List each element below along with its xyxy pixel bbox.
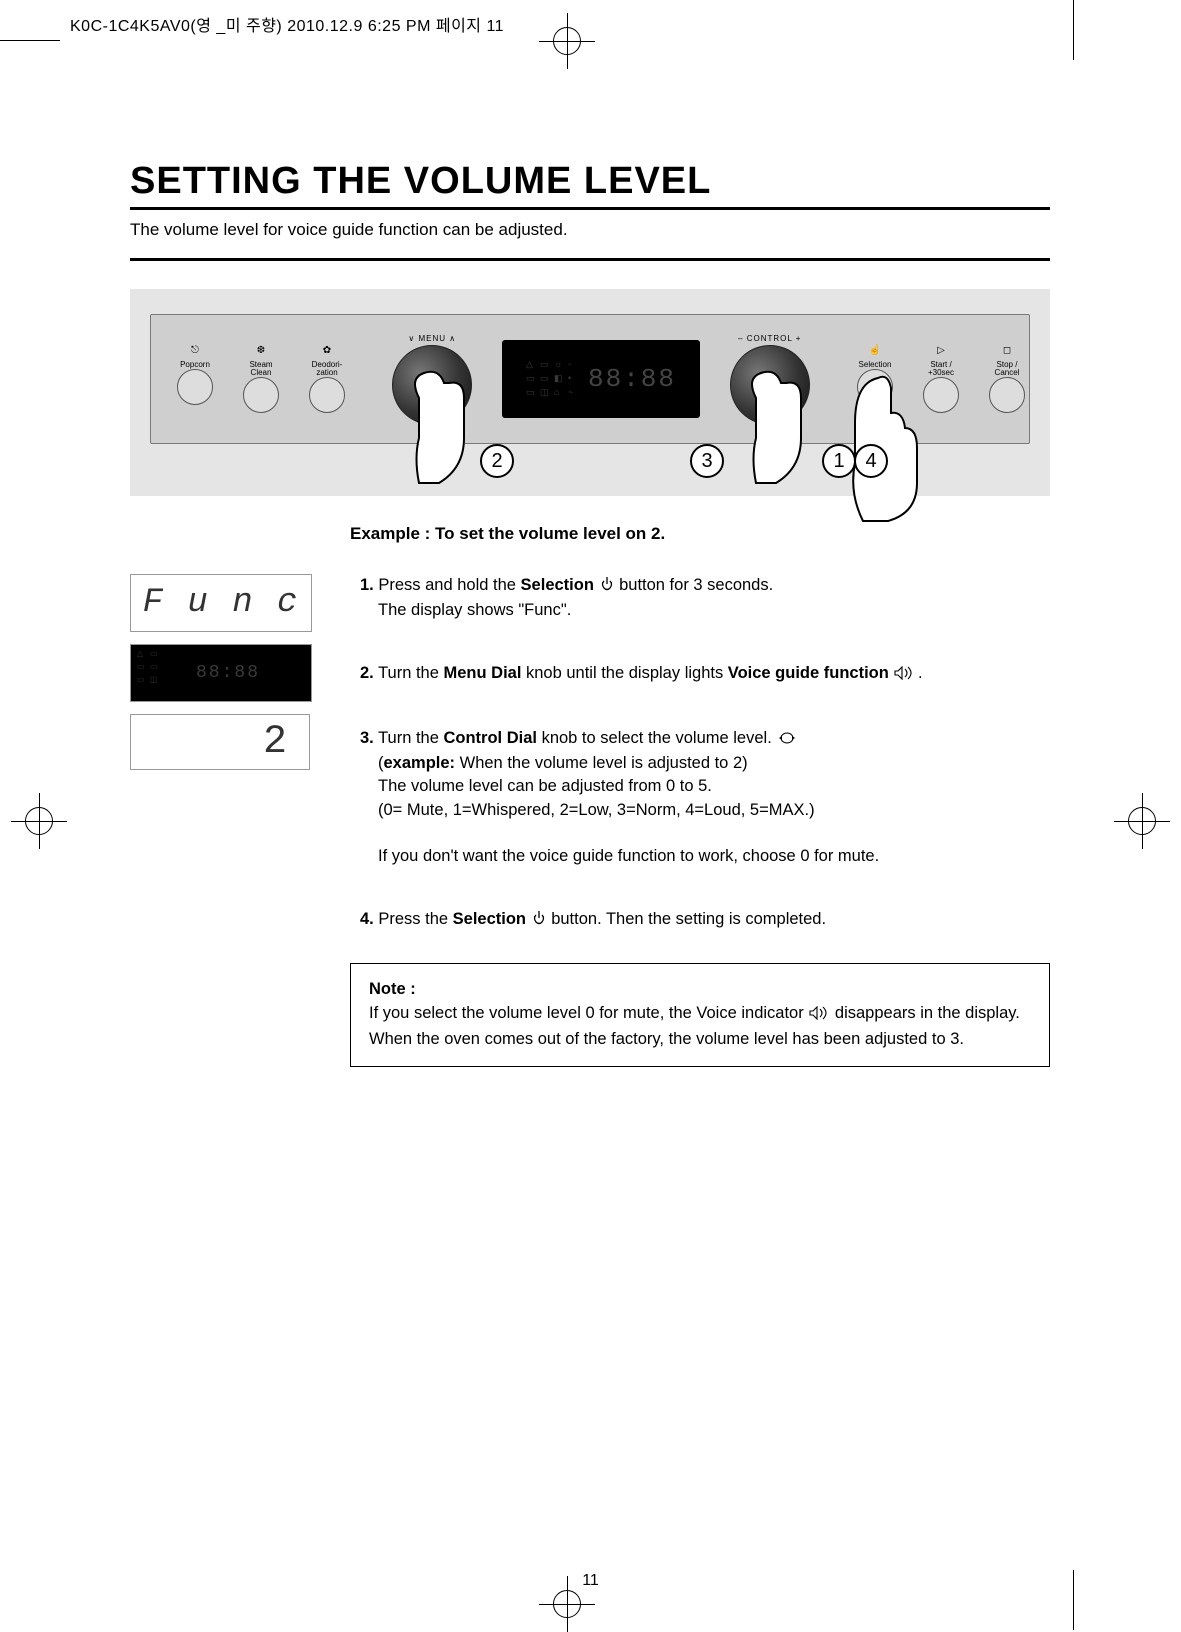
step-2-bold2: Voice guide function bbox=[728, 664, 889, 682]
display-level-2: 2 bbox=[130, 714, 310, 770]
selection-icon bbox=[531, 910, 547, 933]
steam-icon: ❆ bbox=[239, 345, 283, 357]
note-title: Note : bbox=[369, 980, 416, 998]
menu-dial-label: ∨ MENU ∧ bbox=[408, 334, 456, 343]
step-list: 1. Press and hold the Selection button f… bbox=[360, 574, 1050, 943]
crop-mark bbox=[1073, 0, 1074, 60]
registration-mark-icon bbox=[25, 807, 53, 835]
divider bbox=[130, 258, 1050, 261]
start-icon: ▷ bbox=[919, 345, 963, 357]
callout-2: 2 bbox=[480, 444, 514, 478]
display-icons: △▭▭▭▭◫ bbox=[137, 651, 163, 695]
deodorization-button: ✿ Deodori- zation bbox=[305, 345, 349, 413]
step-3-text4: The volume level can be adjusted from 0 … bbox=[378, 775, 712, 798]
voice-icon bbox=[893, 664, 913, 687]
display-voice-guide: △▭▭▭▭◫ 88:88 bbox=[130, 644, 312, 702]
step-3-text6: If you don't want the voice guide functi… bbox=[378, 845, 879, 868]
right-button-group: ☝ Selection ▷ Start / +30sec ◻ Stop / Ca… bbox=[853, 345, 1029, 413]
step-2-text3: . bbox=[913, 664, 922, 682]
step-3-bold: Control Dial bbox=[443, 729, 537, 747]
step-4: 4. Press the Selection button. Then the … bbox=[360, 908, 1050, 933]
page-subtitle: The volume level for voice guide functio… bbox=[130, 220, 1050, 240]
control-panel: ⎋ Popcorn ❆ Steam Clean ✿ Deodori- zatio… bbox=[150, 314, 1030, 444]
display-func-text: F u n c bbox=[143, 584, 300, 622]
popcorn-label: Popcorn bbox=[173, 361, 217, 369]
step-3-text3: When the volume level is adjusted to 2) bbox=[455, 754, 748, 772]
step-1-num: 1. bbox=[360, 576, 374, 594]
dial-icon bbox=[778, 729, 796, 752]
voice-indicator-icon bbox=[808, 1004, 830, 1028]
selection-label: Selection bbox=[853, 361, 897, 369]
control-dial-label: – CONTROL + bbox=[738, 334, 801, 343]
start-label: Start / +30sec bbox=[919, 361, 963, 377]
menu-dial-zone: ∨ MENU ∧ bbox=[369, 334, 496, 425]
step-displays: F u n c △▭▭▭▭◫ 88:88 2 bbox=[130, 574, 330, 943]
step-4-bold: Selection bbox=[453, 910, 526, 928]
step-2-bold: Menu Dial bbox=[443, 664, 521, 682]
registration-mark-icon bbox=[553, 27, 581, 55]
crop-mark bbox=[1073, 1570, 1074, 1630]
stop-label: Stop / Cancel bbox=[985, 361, 1029, 377]
display-segment: 88:88 bbox=[588, 364, 676, 394]
control-panel-figure: ⎋ Popcorn ❆ Steam Clean ✿ Deodori- zatio… bbox=[130, 289, 1050, 496]
step-3-bold2: example: bbox=[384, 754, 456, 772]
step-2-num: 2. bbox=[360, 664, 374, 682]
step-3: 3. Turn the Control Dial knob to select … bbox=[360, 727, 1050, 868]
example-heading: Example : To set the volume level on 2. bbox=[350, 524, 1050, 544]
popcorn-icon: ⎋ bbox=[173, 345, 217, 357]
step-1: 1. Press and hold the Selection button f… bbox=[360, 574, 1050, 622]
step-3-text2: knob to select the volume level. bbox=[537, 729, 772, 747]
display-func: F u n c bbox=[130, 574, 312, 632]
step-2-text: Turn the bbox=[378, 664, 443, 682]
step-2: 2. Turn the Menu Dial knob until the dis… bbox=[360, 662, 1050, 687]
note-line2: When the oven comes out of the factory, … bbox=[369, 1030, 964, 1048]
registration-mark-icon bbox=[1128, 807, 1156, 835]
print-meta: K0C-1C4K5AV0(영 _미 주향) 2010.12.9 6:25 PM … bbox=[70, 12, 504, 36]
selection-button: ☝ Selection bbox=[853, 345, 897, 413]
note-line1a: If you select the volume level 0 for mut… bbox=[369, 1004, 808, 1022]
deodor-icon: ✿ bbox=[305, 345, 349, 357]
step-1-text3: The display shows "Func". bbox=[378, 599, 571, 622]
callout-3: 3 bbox=[690, 444, 724, 478]
display-seg-text: 88:88 bbox=[196, 663, 260, 683]
step-1-text2: button for 3 seconds. bbox=[619, 576, 773, 594]
registration-mark-icon bbox=[553, 1590, 581, 1618]
display-2-text: 2 bbox=[263, 720, 289, 765]
stop-icon: ◻ bbox=[985, 345, 1029, 357]
note-box: Note : If you select the volume level 0 … bbox=[350, 963, 1050, 1067]
step-3-text5: (0= Mute, 1=Whispered, 2=Low, 3=Norm, 4=… bbox=[378, 799, 815, 822]
display-icons: △▭☼◦ ▭▭◧• ▭◫⌂~ bbox=[526, 360, 578, 398]
step-4-text2: button. Then the setting is completed. bbox=[551, 910, 826, 928]
callout-4: 4 bbox=[854, 444, 888, 478]
callout-row: 2 3 1 4 bbox=[150, 444, 1030, 478]
step-4-num: 4. bbox=[360, 910, 374, 928]
lcd-display: △▭☼◦ ▭▭◧• ▭◫⌂~ 88:88 bbox=[502, 340, 701, 418]
steam-clean-button: ❆ Steam Clean bbox=[239, 345, 283, 413]
deodorization-label: Deodori- zation bbox=[305, 361, 349, 377]
selection-icon: ☝ bbox=[853, 345, 897, 357]
control-dial-zone: – CONTROL + bbox=[706, 334, 833, 425]
start-button: ▷ Start / +30sec bbox=[919, 345, 963, 413]
step-2-text2: knob until the display lights bbox=[521, 664, 727, 682]
selection-icon bbox=[599, 576, 615, 599]
step-1-bold: Selection bbox=[521, 576, 594, 594]
crop-mark bbox=[0, 40, 60, 41]
left-button-group: ⎋ Popcorn ❆ Steam Clean ✿ Deodori- zatio… bbox=[173, 345, 349, 413]
note-line1b: disappears in the display. bbox=[835, 1004, 1020, 1022]
steam-clean-label: Steam Clean bbox=[239, 361, 283, 377]
stop-button: ◻ Stop / Cancel bbox=[985, 345, 1029, 413]
step-4-text: Press the bbox=[378, 910, 452, 928]
step-1-text: Press and hold the bbox=[378, 576, 520, 594]
step-3-num: 3. bbox=[360, 729, 374, 747]
page-title: SETTING THE VOLUME LEVEL bbox=[130, 160, 1050, 210]
page-number: 11 bbox=[582, 1572, 599, 1590]
step-3-text: Turn the bbox=[378, 729, 443, 747]
callout-1: 1 bbox=[822, 444, 856, 478]
popcorn-button: ⎋ Popcorn bbox=[173, 345, 217, 413]
